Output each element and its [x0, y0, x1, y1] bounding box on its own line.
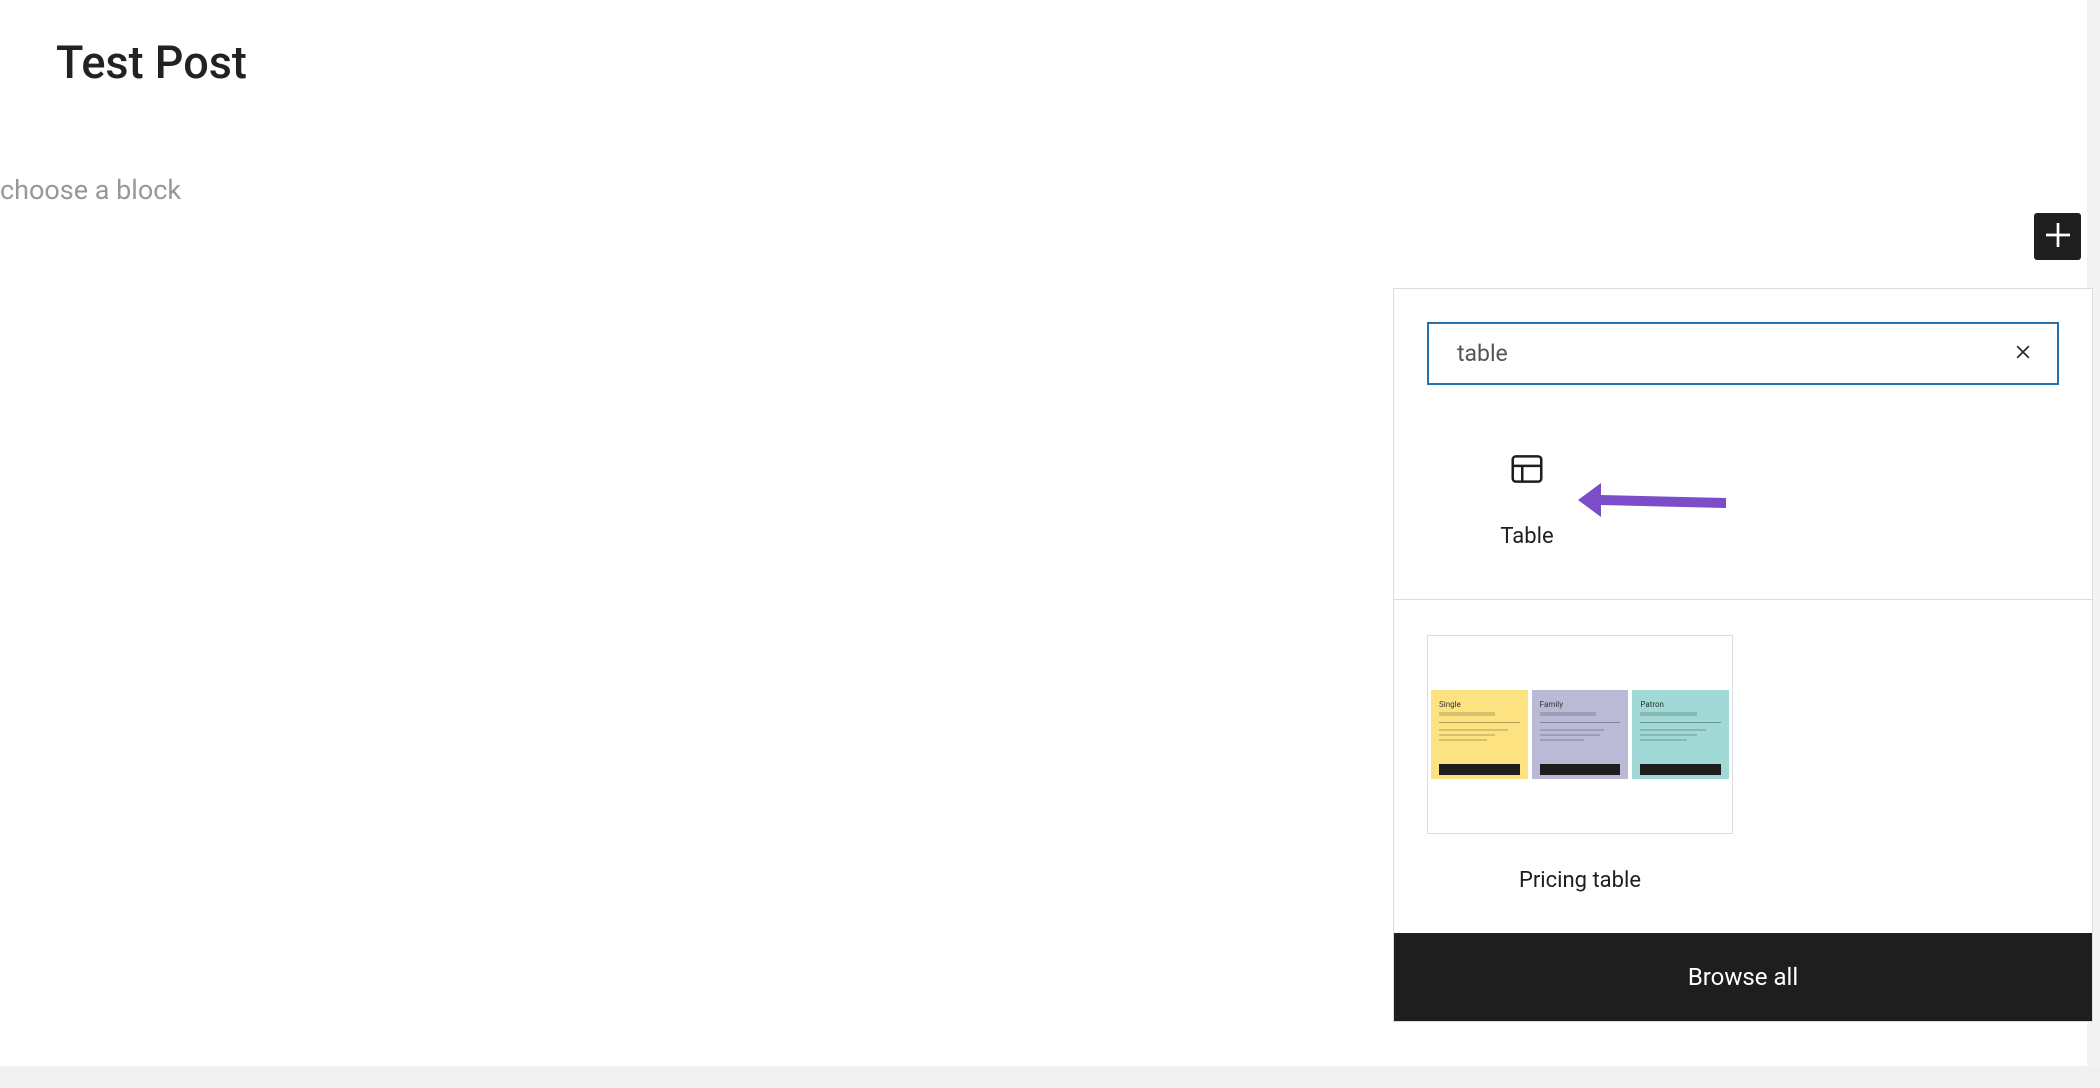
text-line — [1640, 739, 1687, 741]
clear-search-button[interactable] — [2011, 342, 2035, 366]
close-icon — [2013, 342, 2033, 366]
browse-all-button[interactable]: Browse all — [1394, 933, 2092, 1021]
pattern-item-pricing-table[interactable]: Single Family — [1427, 635, 1733, 893]
patterns-section: Single Family — [1394, 600, 2092, 933]
text-line — [1439, 729, 1508, 731]
pattern-preview: Single Family — [1427, 635, 1733, 834]
text-line — [1540, 729, 1605, 731]
pricing-card-divider — [1439, 722, 1520, 723]
pricing-card-subtitle — [1439, 712, 1495, 716]
pricing-card-button — [1640, 764, 1721, 775]
pricing-card-lines — [1439, 729, 1520, 764]
search-wrapper — [1394, 289, 2092, 418]
block-item-label: Table — [1500, 524, 1553, 549]
pricing-card-button — [1439, 764, 1520, 775]
pricing-card-subtitle — [1540, 712, 1596, 716]
post-title[interactable]: Test Post — [0, 36, 2100, 89]
block-search-input[interactable] — [1457, 340, 1999, 367]
table-icon — [1508, 450, 1546, 488]
pricing-card-title: Single — [1439, 700, 1520, 709]
search-container — [1427, 322, 2059, 385]
block-results: Table — [1394, 418, 2092, 600]
add-block-button[interactable] — [2034, 213, 2081, 260]
text-line — [1640, 734, 1696, 736]
bottom-bar — [0, 1066, 2100, 1088]
text-line — [1439, 739, 1487, 741]
pricing-card-divider — [1640, 722, 1721, 723]
text-line — [1540, 734, 1601, 736]
block-placeholder[interactable]: choose a block — [0, 174, 2100, 206]
pricing-card-family: Family — [1532, 690, 1629, 779]
browse-all-label: Browse all — [1688, 963, 1798, 991]
pricing-card-subtitle — [1640, 712, 1696, 716]
pricing-card-lines — [1640, 729, 1721, 764]
block-inserter-popup: Table Single Family — [1393, 288, 2093, 1022]
pricing-card-single: Single — [1431, 690, 1528, 779]
pricing-card-divider — [1540, 722, 1621, 723]
pricing-card-patron: Patron — [1632, 690, 1729, 779]
pricing-card-lines — [1540, 729, 1621, 764]
pricing-card-button — [1540, 764, 1621, 775]
pricing-card-title: Family — [1540, 700, 1621, 709]
pattern-item-label: Pricing table — [1519, 868, 1641, 893]
text-line — [1439, 734, 1495, 736]
block-item-table[interactable]: Table — [1427, 438, 1627, 561]
text-line — [1540, 739, 1584, 741]
plus-icon — [2042, 219, 2074, 255]
pricing-card-title: Patron — [1640, 700, 1721, 709]
text-line — [1640, 729, 1706, 731]
